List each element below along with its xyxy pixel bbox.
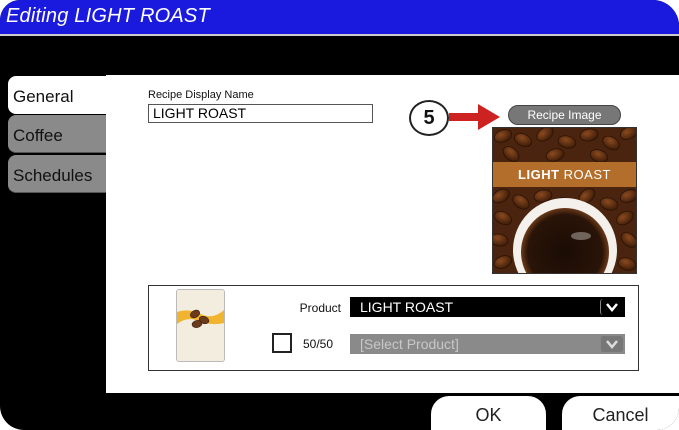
product-thumbnail bbox=[176, 289, 225, 362]
title-bar: Editing LIGHT ROAST bbox=[0, 0, 679, 36]
tab-schedules-label: Schedules bbox=[13, 166, 93, 185]
tab-schedules[interactable]: Schedules bbox=[8, 155, 106, 193]
tab-general[interactable]: General bbox=[8, 76, 112, 114]
cancel-button[interactable]: Cancel bbox=[562, 396, 679, 430]
half-half-select-value: [Select Product] bbox=[360, 336, 459, 352]
product-select-value: LIGHT ROAST bbox=[360, 299, 454, 315]
recipe-image-button[interactable]: Recipe Image bbox=[508, 105, 621, 125]
tab-coffee-label: Coffee bbox=[13, 126, 63, 145]
recipe-image[interactable]: LIGHT ROAST bbox=[492, 127, 637, 274]
recipe-name-input[interactable]: LIGHT ROAST bbox=[148, 104, 373, 123]
half-half-select[interactable]: [Select Product] bbox=[350, 334, 625, 354]
image-banner-rest: ROAST bbox=[559, 167, 611, 182]
chevron-down-icon bbox=[606, 340, 618, 349]
editor-window: Editing LIGHT ROAST General Coffee Sched… bbox=[0, 0, 679, 430]
half-half-checkbox[interactable] bbox=[272, 333, 292, 353]
coffee-bag-icon bbox=[177, 290, 224, 361]
image-banner-bold: LIGHT bbox=[518, 167, 560, 182]
window-title: Editing LIGHT ROAST bbox=[6, 5, 210, 27]
half-half-label: 50/50 bbox=[303, 337, 334, 351]
ok-button[interactable]: OK bbox=[431, 396, 546, 430]
product-dropdown-button[interactable] bbox=[600, 299, 623, 315]
tab-coffee[interactable]: Coffee bbox=[8, 115, 106, 153]
coffee-image-icon bbox=[493, 128, 636, 273]
half-half-dropdown-button[interactable] bbox=[600, 336, 623, 352]
tab-general-label: General bbox=[13, 87, 74, 106]
callout-marker: 5 bbox=[409, 100, 449, 136]
recipe-name-label: Recipe Display Name bbox=[148, 89, 254, 101]
product-select[interactable]: LIGHT ROAST bbox=[350, 297, 625, 317]
product-label: Product bbox=[299, 301, 341, 315]
chevron-down-icon bbox=[606, 303, 618, 312]
image-banner: LIGHT ROAST bbox=[493, 162, 636, 187]
